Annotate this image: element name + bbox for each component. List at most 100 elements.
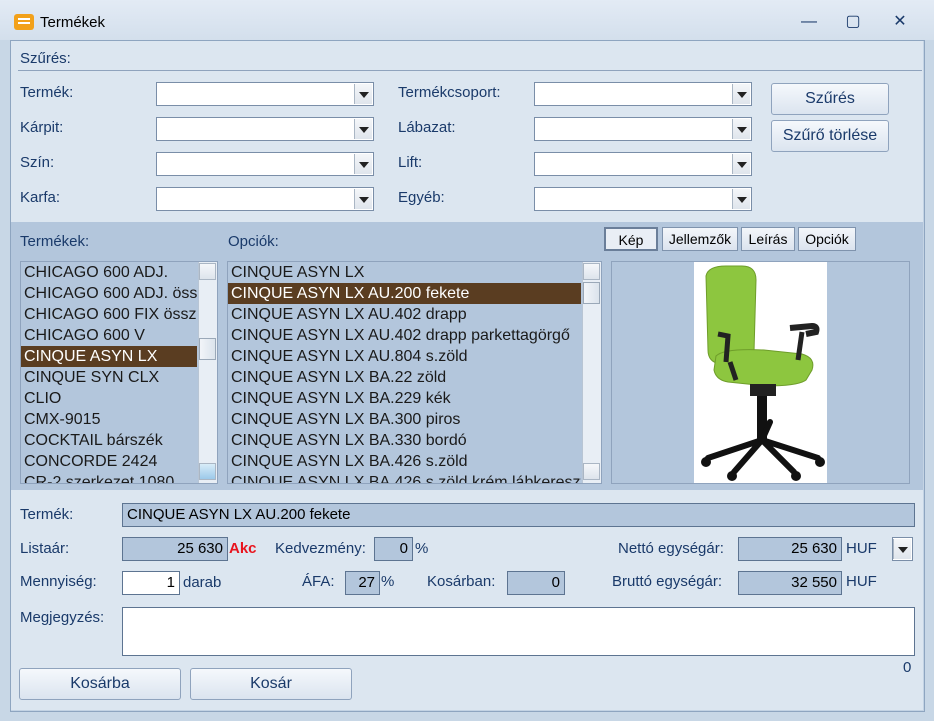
product-list-item[interactable]: CHICAGO 600 ADJ. — [21, 262, 197, 283]
color-filter-combo[interactable] — [156, 152, 374, 176]
window-title: Termékek — [40, 14, 106, 31]
option-list-item[interactable]: CINQUE ASYN LX BA.426 s.zöld — [228, 451, 581, 472]
options-listbox[interactable]: CINQUE ASYN LX CINQUE ASYN LX AU.200 feke… — [227, 261, 602, 484]
product-list-item[interactable]: CMX-9015 — [21, 409, 197, 430]
filter-section-label: Szűrés: — [20, 50, 71, 67]
options-list-label: Opciók: — [228, 233, 279, 250]
scroll-thumb[interactable] — [583, 282, 600, 304]
note-counter: 0 — [903, 659, 912, 676]
option-list-item[interactable]: CINQUE ASYN LX AU.402 drapp — [228, 304, 581, 325]
quantity-input[interactable]: 1 — [122, 571, 180, 595]
filter-button[interactable]: Szűrés — [771, 83, 889, 115]
product-list-item[interactable]: CR-2 szerkezet 1080 — [21, 472, 197, 483]
chevron-down-icon[interactable] — [893, 539, 911, 559]
chevron-down-icon[interactable] — [354, 154, 372, 174]
note-textarea[interactable] — [122, 607, 915, 656]
maximize-button[interactable]: ▢ — [842, 12, 864, 32]
gross-price-label: Bruttó egységár: — [612, 573, 723, 590]
option-list-item[interactable]: CINQUE ASYN LX AU.804 s.zöld — [228, 346, 581, 367]
scroll-down-icon[interactable] — [583, 463, 600, 480]
vat-field: 27 — [345, 571, 380, 595]
discount-label: Kedvezmény: — [275, 540, 366, 557]
list-price-label: Listaár: — [20, 540, 70, 557]
clear-filter-button[interactable]: Szűrő törlése — [771, 120, 889, 152]
chevron-down-icon[interactable] — [354, 189, 372, 209]
lift-filter-combo[interactable] — [534, 152, 752, 176]
chevron-down-icon[interactable] — [732, 119, 750, 139]
chevron-down-icon[interactable] — [732, 154, 750, 174]
close-button[interactable]: ✕ — [889, 12, 911, 32]
lift-filter-label: Lift: — [398, 154, 423, 171]
option-list-item[interactable]: CINQUE ASYN LX AU.200 fekete — [228, 283, 581, 304]
currency-dropdown[interactable] — [892, 537, 913, 561]
product-name-field: CINQUE ASYN LX AU.200 fekete — [122, 503, 915, 527]
note-label: Megjegyzés: — [20, 609, 105, 626]
color-filter-label: Szín: — [20, 154, 55, 171]
scroll-up-icon[interactable] — [199, 263, 216, 280]
gross-currency: HUF — [846, 573, 877, 590]
filter-divider — [18, 70, 922, 71]
other-filter-label: Egyéb: — [398, 189, 445, 206]
tab-description[interactable]: Leírás — [741, 227, 795, 251]
scroll-up-icon[interactable] — [583, 263, 600, 280]
net-price-field: 25 630 — [738, 537, 842, 561]
product-list-item[interactable]: CHICAGO 600 ADJ. össz — [21, 283, 197, 304]
chevron-down-icon[interactable] — [354, 119, 372, 139]
product-image — [694, 262, 827, 483]
options-scrollbar[interactable] — [582, 262, 601, 483]
minimize-button[interactable]: — — [798, 12, 820, 32]
product-list-item[interactable]: CINQUE ASYN LX — [21, 346, 197, 367]
products-scrollbar[interactable] — [198, 262, 217, 483]
base-filter-label: Lábazat: — [398, 119, 456, 136]
products-list-label: Termékek: — [20, 233, 90, 250]
product-list-item[interactable]: CHICAGO 600 FIX össz — [21, 304, 197, 325]
list-price-field: 25 630 — [122, 537, 228, 561]
chevron-down-icon[interactable] — [354, 84, 372, 104]
tab-image[interactable]: Kép — [604, 227, 658, 251]
option-list-item[interactable]: CINQUE ASYN LX BA.300 piros — [228, 409, 581, 430]
chevron-down-icon[interactable] — [732, 84, 750, 104]
discount-field[interactable]: 0 — [374, 537, 413, 561]
office-chair-icon — [701, 265, 825, 481]
product-list-item[interactable]: CLIO — [21, 388, 197, 409]
product-list-item[interactable]: CHICAGO 600 V — [21, 325, 197, 346]
option-list-item[interactable]: CINQUE ASYN LX BA.229 kék — [228, 388, 581, 409]
option-list-item[interactable]: CINQUE ASYN LX AU.402 drapp parkettagörg… — [228, 325, 581, 346]
product-list-item[interactable]: CINQUE SYN CLX — [21, 367, 197, 388]
scroll-down-icon[interactable] — [199, 463, 216, 480]
product-filter-combo[interactable] — [156, 82, 374, 106]
option-list-item[interactable]: CINQUE ASYN LX — [228, 262, 581, 283]
fabric-filter-combo[interactable] — [156, 117, 374, 141]
product-filter-label: Termék: — [20, 84, 74, 101]
option-list-item[interactable]: CINQUE ASYN LX BA.22 zöld — [228, 367, 581, 388]
product-list-item[interactable]: COCKTAIL bárszék — [21, 430, 197, 451]
in-cart-label: Kosárban: — [427, 573, 496, 590]
net-price-label: Nettó egységár: — [618, 540, 724, 557]
product-detail-label: Termék: — [20, 506, 74, 523]
base-filter-combo[interactable] — [534, 117, 752, 141]
option-list-item[interactable]: CINQUE ASYN LX BA.330 bordó — [228, 430, 581, 451]
tab-features[interactable]: Jellemzők — [662, 227, 738, 251]
in-cart-field: 0 — [507, 571, 565, 595]
vat-label: ÁFA: — [302, 573, 335, 590]
add-to-cart-button[interactable]: Kosárba — [19, 668, 181, 700]
group-filter-combo[interactable] — [534, 82, 752, 106]
quantity-label: Mennyiség: — [20, 573, 97, 590]
quantity-unit: darab — [183, 574, 222, 591]
cart-button[interactable]: Kosár — [190, 668, 352, 700]
product-list-item[interactable]: CONCORDE 2424 — [21, 451, 197, 472]
armrest-filter-label: Karfa: — [20, 189, 61, 206]
discount-percent: % — [415, 540, 429, 557]
group-filter-label: Termékcsoport: — [398, 84, 501, 101]
armrest-filter-combo[interactable] — [156, 187, 374, 211]
title-bar — [0, 0, 934, 40]
chevron-down-icon[interactable] — [732, 189, 750, 209]
tab-options[interactable]: Opciók — [798, 227, 856, 251]
products-listbox[interactable]: CHICAGO 600 ADJ. CHICAGO 600 ADJ. össz CHI… — [20, 261, 218, 484]
scroll-thumb[interactable] — [199, 338, 216, 360]
product-image-panel — [611, 261, 910, 484]
option-list-item[interactable]: CINQUE ASYN LX BA.426 s.zöld krém lábker… — [228, 472, 581, 483]
gross-price-field: 32 550 — [738, 571, 842, 595]
app-icon — [14, 14, 34, 30]
other-filter-combo[interactable] — [534, 187, 752, 211]
